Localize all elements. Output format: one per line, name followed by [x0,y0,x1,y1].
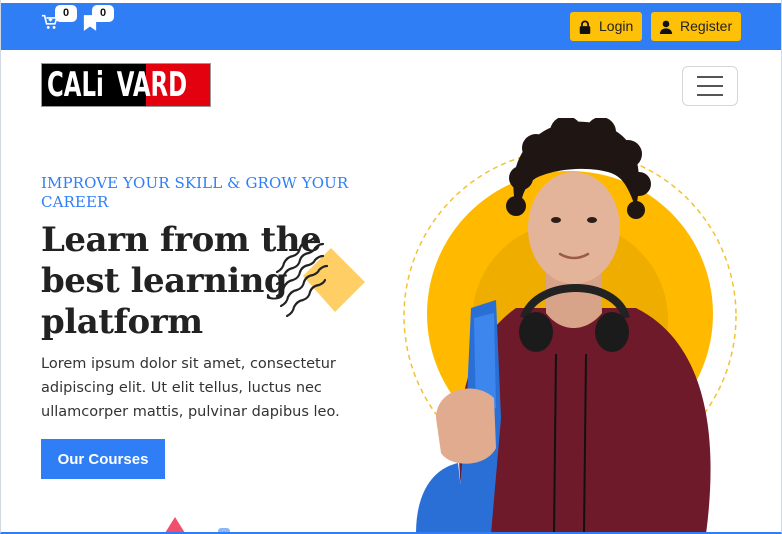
hero-student-image [403,118,737,532]
logo-text-right: VARD [116,65,187,105]
hero-eyebrow: IMPROVE YOUR SKILL & GROW YOUR CAREER [41,174,349,211]
our-courses-button[interactable]: Our Courses [41,439,165,479]
cart-count-badge: 0 [55,5,77,22]
logo-text-left: CALi [47,65,104,105]
page: 0 0 Login Register CALi VARD IMPROVE YOU… [0,0,782,534]
brand-logo[interactable]: CALi VARD [41,63,211,107]
lock-icon [579,20,591,34]
top-bar: 0 0 Login Register [1,3,781,50]
hero-description: Lorem ipsum dolor sit amet, consectetur … [41,356,340,420]
menu-icon[interactable] [682,66,738,106]
login-button[interactable]: Login [570,12,643,41]
triangle-decoration [165,517,185,532]
register-button[interactable]: Register [651,12,742,41]
squiggle-decoration [275,236,365,318]
shape-decoration [218,528,230,532]
register-label: Register [680,18,733,34]
wishlist-count-badge: 0 [92,5,114,22]
user-icon [659,20,673,34]
login-label: Login [599,18,634,34]
